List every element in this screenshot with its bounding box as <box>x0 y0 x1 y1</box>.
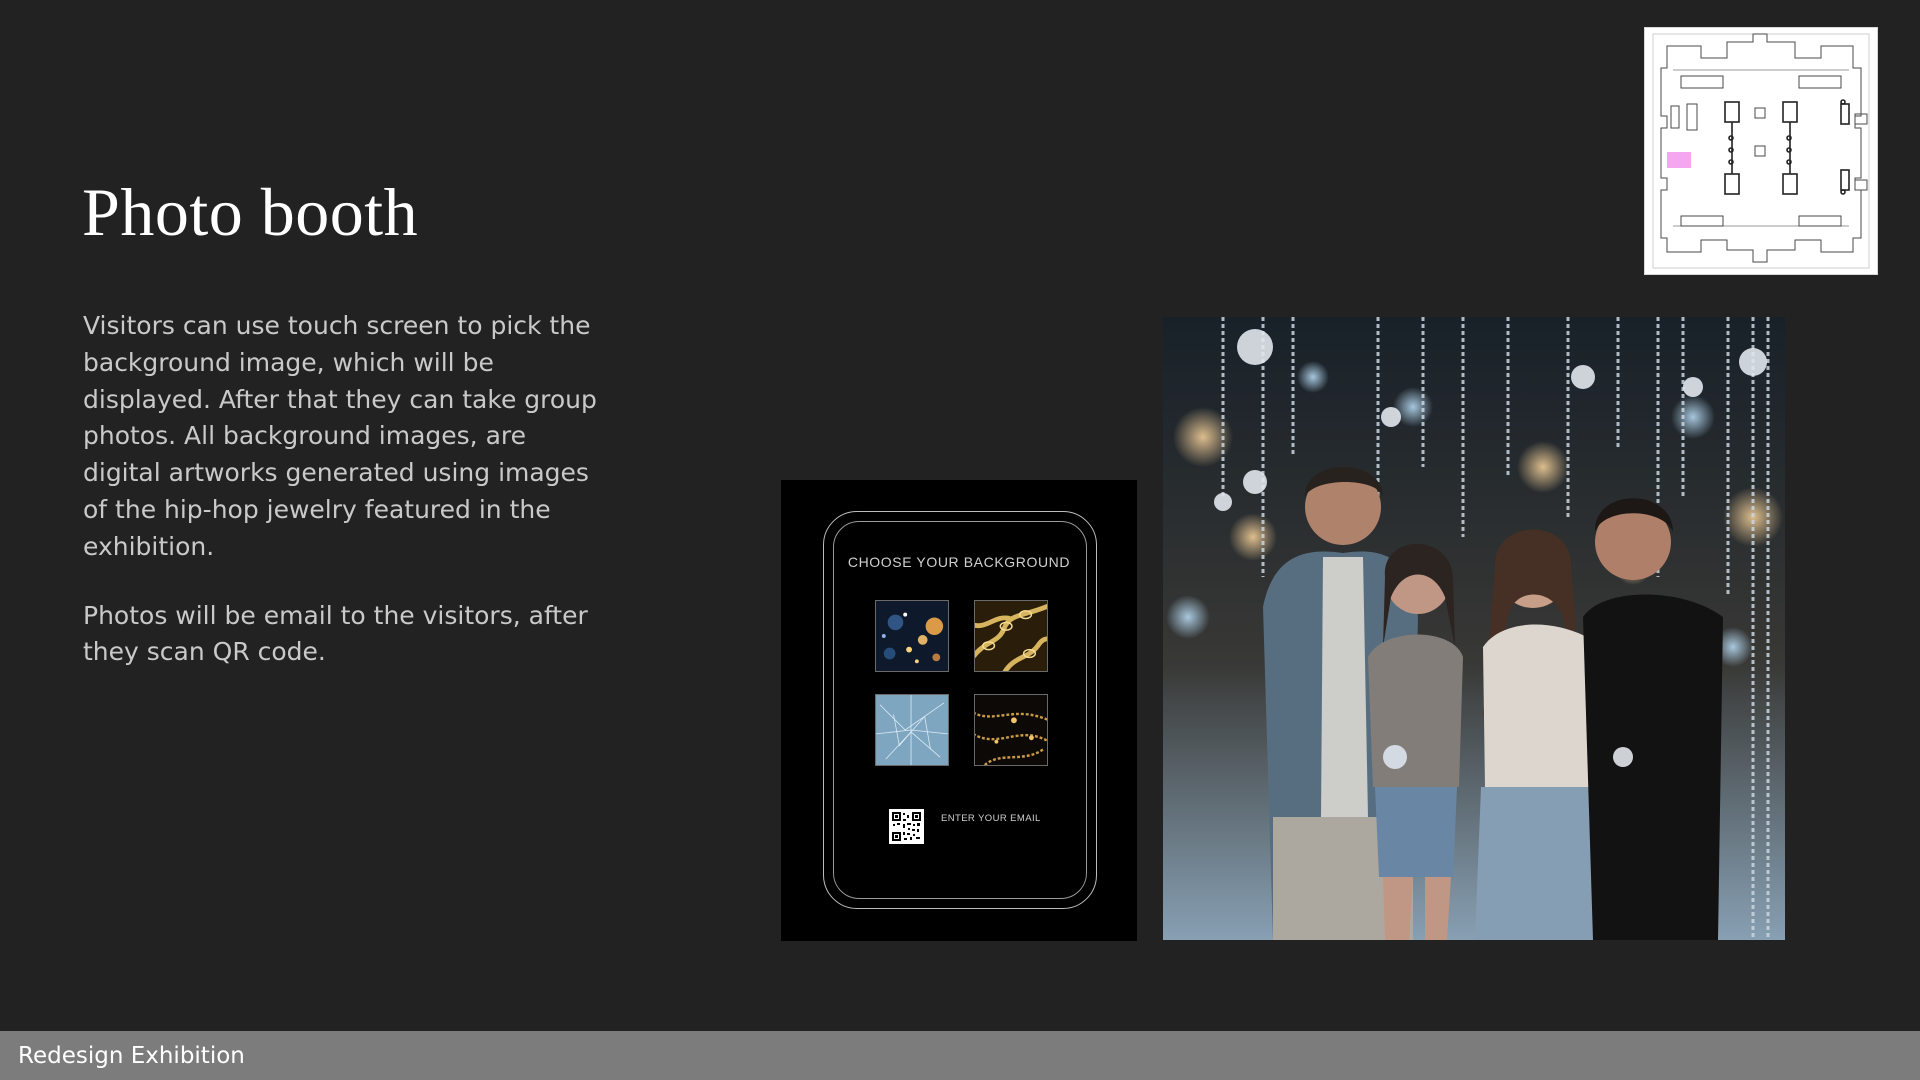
description-paragraph-2: Photos will be email to the visitors, af… <box>83 600 588 667</box>
description: Visitors can use touch screen to pick th… <box>83 308 603 703</box>
choose-background-heading: CHOOSE YOUR BACKGROUND <box>847 554 1071 570</box>
footer-bar: Redesign Exhibition <box>0 1031 1920 1080</box>
floorplan-thumbnail <box>1645 28 1877 274</box>
photo-booth-location-highlight <box>1667 152 1691 168</box>
tablet-frame-inner <box>833 521 1087 899</box>
floorplan-drawing <box>1652 33 1870 269</box>
slide-title: Photo booth <box>82 174 419 250</box>
footer-label: Redesign Exhibition <box>18 1043 245 1069</box>
description-paragraph-1: Visitors can use touch screen to pick th… <box>83 311 597 561</box>
background-option-gold-chains[interactable] <box>974 600 1048 672</box>
background-option-gold-necklaces[interactable] <box>974 694 1048 766</box>
qr-code-icon <box>889 809 924 844</box>
background-option-bokeh-lights[interactable] <box>875 600 949 672</box>
enter-email-field[interactable]: ENTER YOUR EMAIL <box>941 813 1041 824</box>
background-option-ice-crystal[interactable] <box>875 694 949 766</box>
tablet-mockup: CHOOSE YOUR BACKGROUND ENTER YOUR EMAIL <box>781 480 1137 941</box>
group-photo <box>1163 317 1785 940</box>
